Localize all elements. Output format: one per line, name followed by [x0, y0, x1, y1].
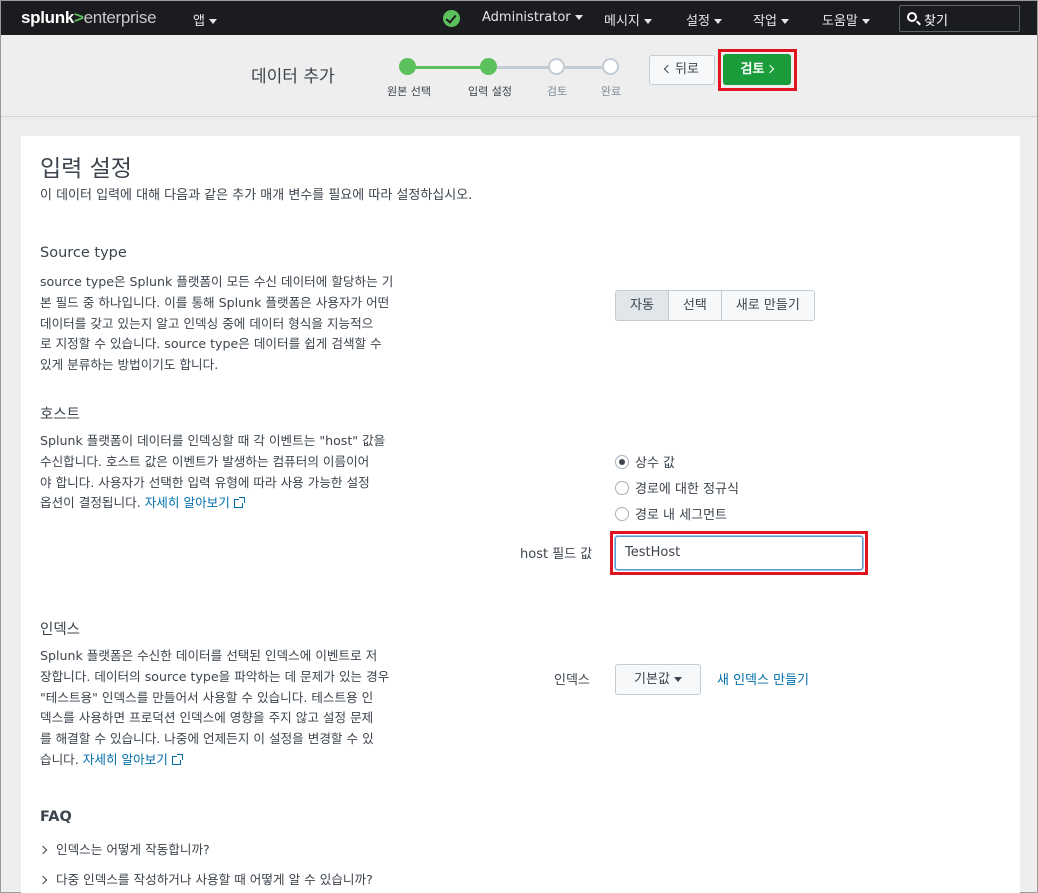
progress-track-done	[408, 66, 489, 69]
wizard-title: 데이터 추가	[251, 67, 335, 87]
radio-checked-icon	[615, 455, 629, 469]
radio-regex-on-path[interactable]: 경로에 대한 정규식	[615, 478, 739, 497]
chevron-right-icon	[38, 875, 48, 885]
index-dropdown[interactable]: 기본값	[615, 664, 701, 695]
step-label-input-settings: 입력 설정	[468, 85, 512, 98]
host-description: Splunk 플랫폼이 데이터를 인덱싱할 때 각 이벤트는 "host" 값을…	[40, 433, 386, 511]
chevron-down-icon	[643, 19, 652, 24]
chevron-right-icon	[38, 845, 48, 855]
host-learn-more-link[interactable]: 자세히 알아보기	[145, 495, 230, 510]
chevron-down-icon	[713, 19, 722, 24]
search-input[interactable]: 찾기	[899, 5, 1020, 32]
chevron-down-icon	[673, 677, 682, 682]
help-menu[interactable]: 도움말	[822, 10, 870, 29]
input-settings-panel: 입력 설정 이 데이터 입력에 대해 다음과 같은 추가 매개 변수를 필요에 …	[21, 136, 1020, 893]
step-label-review: 검토	[546, 85, 568, 98]
external-link-icon	[233, 497, 245, 509]
faq-item[interactable]: 다중 인덱스를 작성하거나 사용할 때 어떻게 알 수 있습니까?	[38, 869, 373, 888]
source-type-title: Source type	[40, 245, 127, 261]
page-title: 입력 설정	[40, 156, 132, 182]
faq-title: FAQ	[40, 809, 72, 825]
step-dot-source	[399, 58, 416, 75]
back-button[interactable]: 뒤로	[649, 55, 715, 85]
faq-item[interactable]: 인덱스는 어떻게 작동합니까?	[38, 839, 210, 858]
chevron-down-icon	[861, 19, 870, 24]
step-dot-done	[602, 58, 619, 75]
user-menu[interactable]: Administrator	[482, 10, 583, 25]
radio-unchecked-icon	[615, 507, 629, 521]
host-field-input[interactable]: TestHost	[615, 536, 863, 570]
chevron-down-icon	[574, 15, 583, 20]
new-index-link[interactable]: 새 인덱스 만들기	[717, 669, 809, 688]
settings-menu[interactable]: 설정	[686, 10, 722, 29]
top-nav-bar: splunk>enterprise 앱 Administrator 메시지 설정…	[1, 1, 1037, 35]
source-type-select-button[interactable]: 선택	[668, 291, 722, 320]
page-subtitle: 이 데이터 입력에 대해 다음과 같은 추가 매개 변수를 필요에 따라 설정하…	[40, 188, 473, 203]
step-dot-input-settings	[480, 58, 497, 75]
chevron-down-icon	[780, 19, 789, 24]
messages-menu[interactable]: 메시지	[604, 10, 652, 29]
search-icon	[907, 12, 917, 22]
index-field-label: 인덱스	[554, 673, 590, 688]
step-dot-review	[548, 58, 565, 75]
chevron-down-icon	[208, 19, 217, 24]
apps-menu[interactable]: 앱	[193, 10, 217, 29]
source-type-toggle: 자동 선택 새로 만들기	[615, 290, 815, 321]
host-title: 호스트	[40, 407, 81, 423]
source-type-description: source type은 Splunk 플랫폼이 모든 수신 데이터에 할당하는…	[40, 274, 394, 373]
radio-constant-value[interactable]: 상수 값	[615, 452, 675, 471]
step-label-done: 완료	[600, 85, 622, 98]
wizard-header: 데이터 추가 원본 선택 입력 설정 검토 완료 뒤로 검토	[1, 35, 1037, 117]
index-learn-more-link[interactable]: 자세히 알아보기	[83, 752, 168, 767]
source-type-auto-button[interactable]: 자동	[616, 291, 669, 320]
radio-unchecked-icon	[615, 481, 629, 495]
radio-segment-in-path[interactable]: 경로 내 세그먼트	[615, 504, 727, 523]
step-label-source: 원본 선택	[387, 85, 431, 98]
review-button[interactable]: 검토	[723, 54, 791, 85]
health-status-icon[interactable]	[443, 10, 460, 27]
chevron-right-icon	[766, 64, 775, 74]
splunk-logo[interactable]: splunk>enterprise	[21, 8, 157, 28]
index-title: 인덱스	[40, 622, 81, 638]
source-type-new-button[interactable]: 새로 만들기	[721, 291, 814, 320]
index-description: Splunk 플랫폼은 수신한 데이터를 선택된 인덱스에 이벤트로 저 장합니…	[40, 648, 390, 767]
external-link-icon	[171, 753, 183, 765]
activity-menu[interactable]: 작업	[753, 10, 789, 29]
chevron-left-icon	[663, 64, 673, 74]
host-field-label: host 필드 값	[520, 547, 593, 562]
